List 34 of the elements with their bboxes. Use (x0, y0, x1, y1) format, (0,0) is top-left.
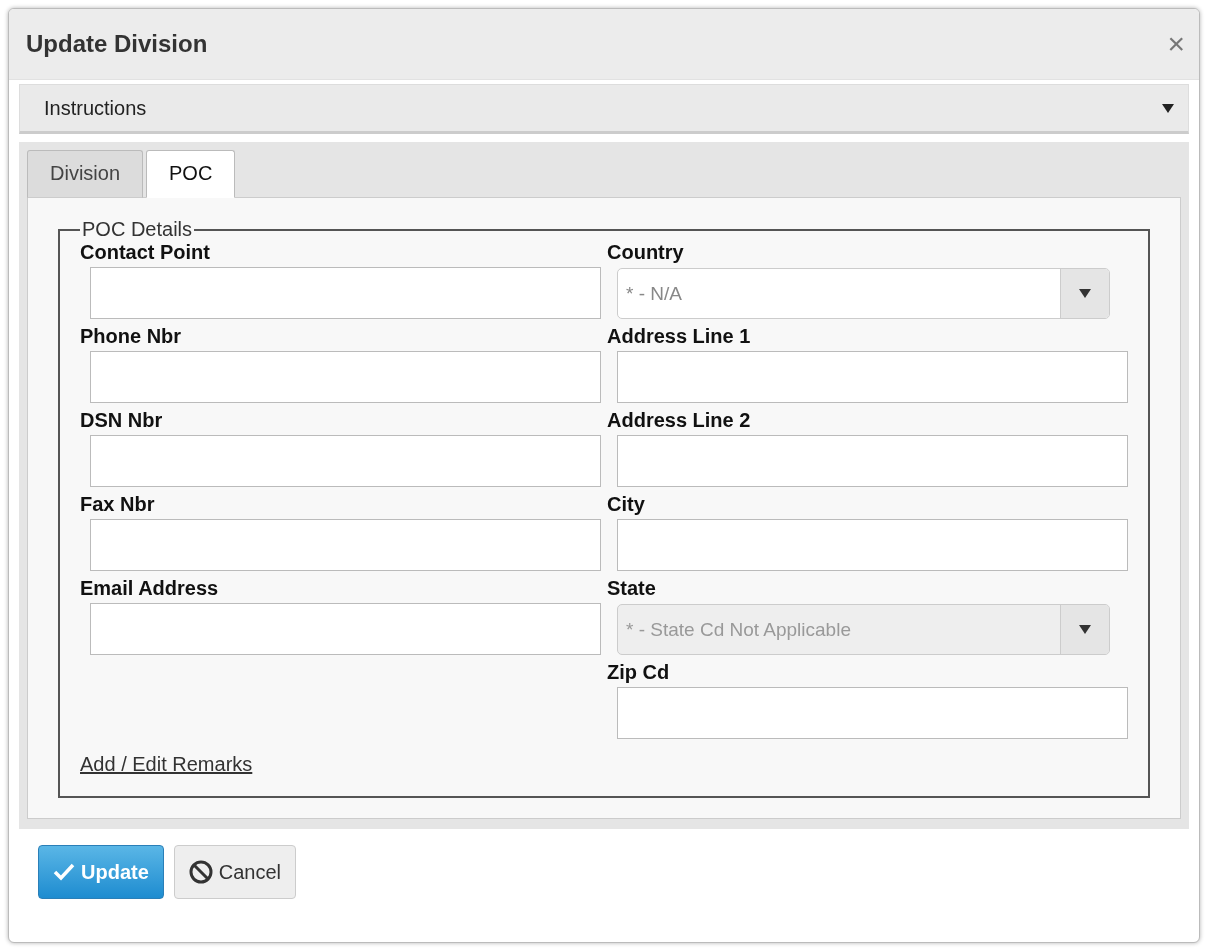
field-label: Phone Nbr (80, 325, 183, 348)
text-input[interactable] (617, 351, 1128, 403)
tab[interactable]: Division (27, 150, 144, 198)
field-label: Country (607, 241, 685, 264)
field-label: Zip Cd (607, 661, 671, 684)
check-icon (53, 863, 75, 881)
field-label: City (607, 493, 646, 516)
text-input[interactable] (90, 519, 601, 571)
field-label: Contact Point (80, 241, 211, 264)
field-label: Fax Nbr (80, 493, 156, 516)
prohibited-icon (188, 860, 213, 884)
text-input[interactable] (617, 687, 1128, 739)
remarks-link[interactable]: Add / Edit Remarks (80, 753, 253, 776)
dialog-title: Update Division (26, 30, 208, 58)
close-button[interactable]: × (1167, 29, 1185, 59)
text-input[interactable] (90, 351, 601, 403)
instructions-label: Instructions (44, 96, 147, 120)
dropdown-field[interactable]: * - N/A (617, 268, 1110, 319)
text-input[interactable] (90, 435, 601, 487)
cancel-button[interactable]: Cancel (173, 845, 297, 899)
field-label: State (607, 577, 657, 600)
text-input[interactable] (617, 519, 1128, 571)
field-label: Email Address (80, 577, 220, 600)
text-input[interactable] (90, 603, 601, 655)
group-legend: POC Details (80, 218, 195, 241)
caret-icon (1079, 289, 1091, 298)
field-label: Address Line 2 (607, 409, 752, 432)
tab[interactable]: POC (146, 150, 236, 198)
field-label: Address Line 1 (607, 325, 752, 348)
field-label: DSN Nbr (80, 409, 164, 432)
text-input[interactable] (90, 267, 601, 319)
text-input[interactable] (617, 435, 1128, 487)
caret-icon (1079, 625, 1091, 634)
instructions-bar[interactable]: Instructions (19, 84, 1189, 134)
